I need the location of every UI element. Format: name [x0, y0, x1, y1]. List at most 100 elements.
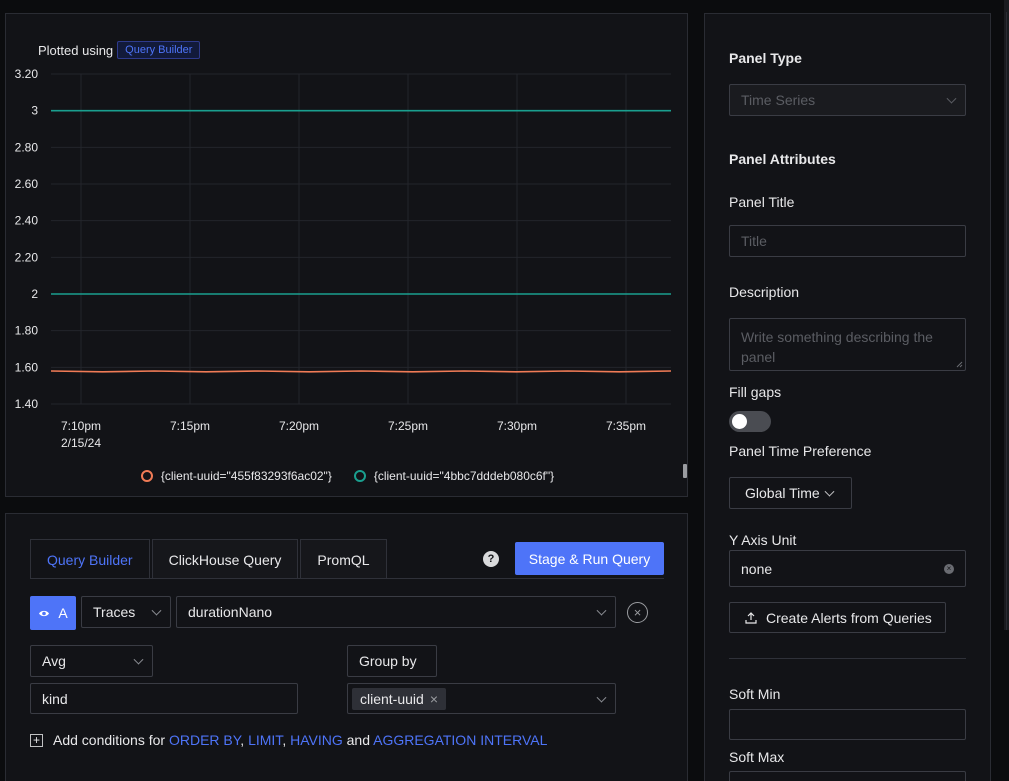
panel-title-label: Panel Title [729, 194, 795, 210]
attribute-value: durationNano [188, 604, 273, 620]
description-label: Description [729, 284, 800, 300]
x-tick-label: 7:25pm [388, 419, 428, 433]
create-alerts-button[interactable]: Create Alerts from Queries [729, 602, 946, 633]
x-date-label: 2/15/24 [61, 436, 101, 450]
tab-clickhouse-query[interactable]: ClickHouse Query [151, 539, 299, 579]
group-by-tag: client-uuid × [352, 687, 447, 710]
x-tick-label: 7:30pm [497, 419, 537, 433]
stage-run-query-button[interactable]: Stage & Run Query [515, 542, 664, 575]
window-edge-line [1006, 12, 1007, 630]
soft-min-input[interactable] [729, 709, 966, 740]
legend-item-series-1[interactable]: {client-uuid="455f83293f6ac02"} [140, 469, 332, 483]
query-name: A [58, 605, 68, 621]
time-pref-label: Panel Time Preference [729, 443, 872, 459]
fill-gaps-label: Fill gaps [729, 384, 782, 400]
plus-square-icon[interactable]: + [30, 733, 43, 747]
close-icon[interactable]: × [430, 691, 438, 707]
x-tick-label: 7:15pm [170, 419, 210, 433]
panel-title-input[interactable]: Title [729, 225, 966, 257]
time-series-chart: 3.20 3 2.80 2.60 2.40 2.20 2 1.80 1.60 1.40 7:10pm… [15, 67, 672, 450]
aggregate-value: Avg [42, 653, 66, 669]
series-line-1 [50, 370, 672, 373]
add-conditions-row[interactable]: + Add conditions for ORDER BY, LIMIT, HA… [30, 732, 547, 748]
legend-marker-icon [140, 470, 153, 482]
y-tick-label: 1.40 [15, 397, 39, 411]
soft-min-label: Soft Min [729, 686, 781, 702]
chevron-down-icon [824, 486, 835, 497]
y-tick-label: 2.60 [15, 177, 39, 191]
legend-item-series-2[interactable]: {client-uuid="4bbc7dddeb080c6f"} [353, 469, 555, 483]
y-tick-label: 2.40 [15, 214, 39, 228]
description-placeholder: Write something describing the panel [741, 329, 933, 365]
y-tick-label: 2.20 [15, 250, 39, 264]
toggle-knob [732, 414, 747, 429]
time-pref-select[interactable]: Global Time [729, 477, 852, 509]
x-tick-label: 7:10pm [61, 419, 101, 433]
chevron-down-icon [596, 692, 607, 703]
comma-sep: , [282, 732, 287, 748]
filter-input[interactable]: kind [30, 683, 298, 714]
create-alerts-label: Create Alerts from Queries [766, 609, 932, 626]
order-by-link[interactable]: ORDER BY [169, 732, 240, 748]
attribute-select[interactable]: durationNano [176, 596, 616, 628]
y-axis-unit-select[interactable]: none × [729, 550, 966, 587]
resize-handle-icon[interactable] [956, 361, 963, 368]
x-tick-label: 7:35pm [606, 419, 646, 433]
legend-label: {client-uuid="4bbc7dddeb080c6f"} [373, 469, 555, 483]
group-by-label: Group by [347, 645, 437, 677]
x-tick-label: 7:20pm [279, 419, 319, 433]
fill-gaps-toggle[interactable] [729, 411, 771, 432]
tab-query-builder[interactable]: Query Builder [30, 539, 150, 579]
data-source-select[interactable]: Traces [81, 596, 171, 628]
chevron-down-icon [151, 605, 162, 616]
data-source-value: Traces [93, 604, 136, 620]
y-axis-unit-value: none [741, 560, 773, 577]
query-a-toggle[interactable]: A [30, 596, 76, 630]
group-by-select[interactable]: client-uuid × [347, 683, 616, 714]
legend-label: {client-uuid="455f83293f6ac02"} [160, 469, 332, 483]
soft-max-label: Soft Max [729, 749, 785, 765]
group-by-tag-label: client-uuid [360, 690, 424, 707]
y-tick-label: 3.20 [15, 67, 39, 81]
add-conditions-text: Add conditions for [53, 732, 166, 748]
tab-promql[interactable]: PromQL [300, 539, 387, 579]
soft-max-input[interactable] [729, 771, 966, 781]
aggregate-select[interactable]: Avg [30, 645, 153, 677]
panel-type-label: Panel Type [729, 50, 802, 66]
limit-link[interactable]: LIMIT [248, 732, 282, 748]
clear-icon[interactable]: × [944, 563, 954, 574]
aggregation-interval-link[interactable]: AGGREGATION INTERVAL [373, 732, 547, 748]
panel-title-placeholder: Title [741, 233, 767, 249]
panel-attributes-heading: Panel Attributes [729, 151, 836, 167]
y-tick-label: 2 [31, 287, 38, 301]
upload-icon [745, 611, 757, 624]
query-tabs: Query Builder ClickHouse Query PromQL [30, 539, 389, 579]
chevron-down-icon [133, 654, 144, 665]
y-axis-unit-label: Y Axis Unit [729, 532, 797, 548]
time-pref-value: Global Time [745, 485, 820, 501]
having-link[interactable]: HAVING [290, 732, 343, 748]
chart-panel: Plotted using Query Builder 3.20 3 2.80 2.6… [5, 13, 688, 497]
chart-legend: {client-uuid="455f83293f6ac02"} {client-… [6, 469, 689, 483]
panel-type-select[interactable]: Time Series [729, 84, 966, 116]
y-tick-label: 2.80 [15, 140, 39, 154]
y-tick-label: 3 [31, 104, 38, 118]
chevron-down-icon [946, 93, 957, 104]
filter-value: kind [42, 690, 68, 707]
section-divider [729, 658, 966, 659]
remove-query-icon[interactable]: × [627, 602, 648, 623]
query-panel: Query Builder ClickHouse Query PromQL ? … [5, 513, 688, 781]
eye-icon [39, 610, 50, 616]
tab-divider [30, 578, 664, 579]
panel-type-value: Time Series [741, 92, 816, 108]
comma-sep: , [240, 732, 245, 748]
legend-marker-icon [353, 470, 366, 482]
panel-settings: Panel Type Time Series Panel Attributes … [704, 13, 991, 781]
legend-scrollbar[interactable] [683, 464, 687, 478]
help-icon[interactable]: ? [483, 551, 499, 567]
chevron-down-icon [596, 605, 607, 616]
y-tick-label: 1.60 [15, 360, 39, 374]
description-textarea[interactable]: Write something describing the panel [729, 318, 966, 371]
y-tick-label: 1.80 [15, 324, 39, 338]
and-text: and [346, 732, 370, 748]
